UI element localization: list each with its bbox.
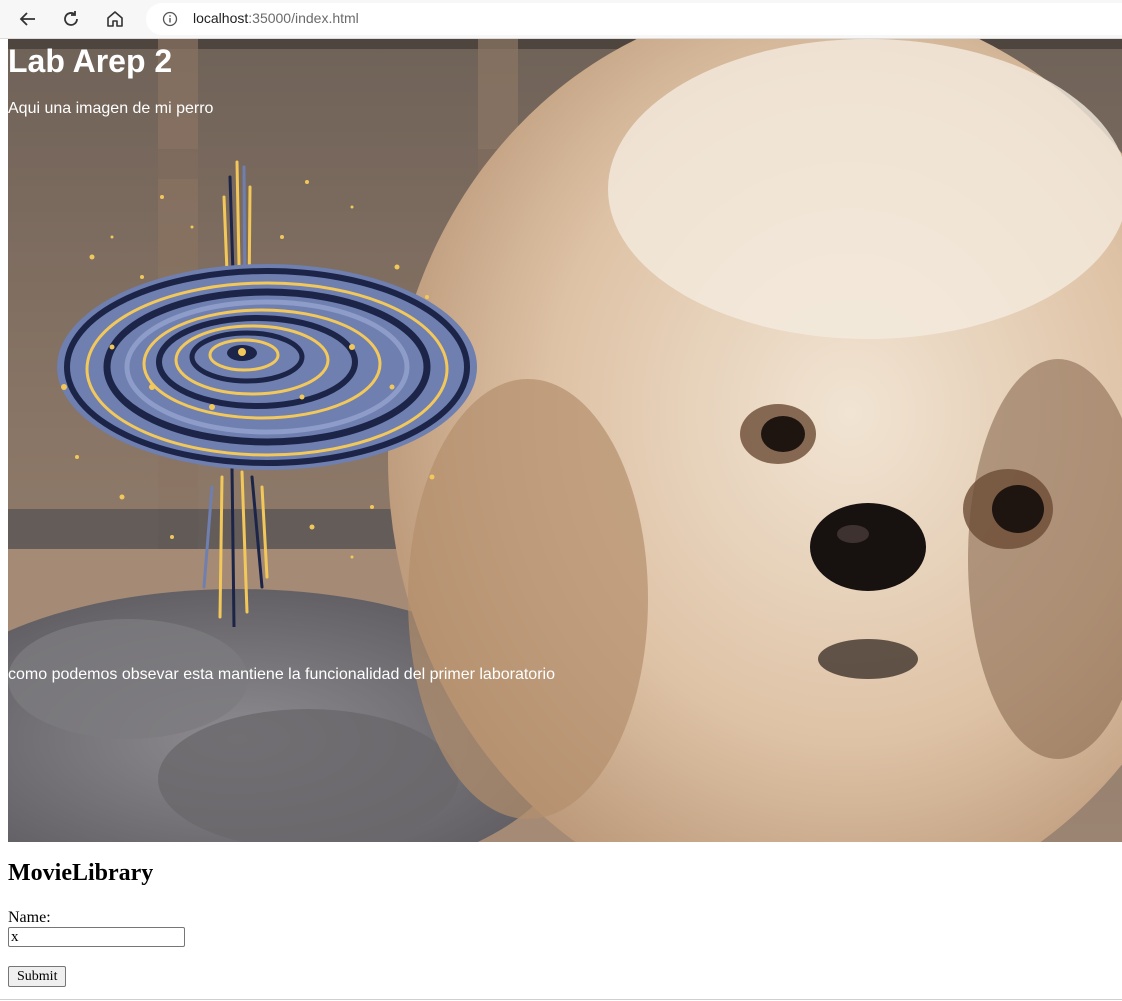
reload-button[interactable] — [57, 5, 85, 33]
name-input[interactable] — [8, 927, 185, 947]
reload-icon — [64, 11, 78, 26]
back-arrow-icon — [19, 12, 35, 26]
name-label: Name: — [8, 909, 51, 926]
info-icon[interactable] — [162, 11, 178, 27]
url-text: localhost:35000/index.html — [193, 10, 359, 26]
home-icon — [107, 11, 123, 27]
page-title: Lab Arep 2 — [8, 43, 173, 79]
page-divider — [0, 999, 1122, 1000]
back-button[interactable] — [14, 5, 42, 33]
caption-text: como podemos obsevar esta mantiene la fu… — [8, 666, 555, 683]
home-button[interactable] — [101, 5, 129, 33]
dog-photo-section: Lab Arep 2 Aqui una imagen de mi perro c… — [8, 39, 1122, 842]
intro-text: Aqui una imagen de mi perro — [8, 100, 214, 117]
browser-toolbar: localhost:35000/index.html — [0, 0, 1122, 39]
address-bar[interactable]: localhost:35000/index.html — [146, 3, 1122, 35]
movie-library-heading: MovieLibrary — [8, 860, 154, 886]
submit-button[interactable]: Submit — [8, 966, 67, 987]
galaxy-image — [57, 160, 477, 627]
